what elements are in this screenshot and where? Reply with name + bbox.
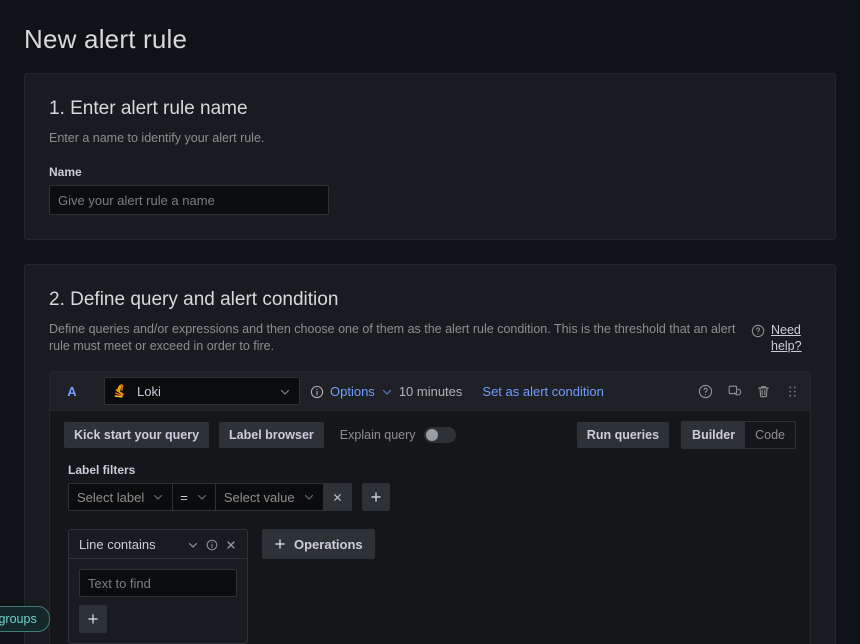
query-body: Kick start your query Label browser Expl… xyxy=(50,411,810,644)
close-icon xyxy=(332,492,343,503)
copy-icon[interactable] xyxy=(727,384,742,399)
question-circle-icon xyxy=(751,324,765,338)
editor-mode-radio-group: Builder Code xyxy=(681,421,796,449)
new-alert-rule-page: New alert rule 1. Enter alert rule name … xyxy=(0,0,860,644)
operation-card-body xyxy=(69,559,247,643)
loki-logo-icon xyxy=(113,383,129,399)
datasource-name: Loki xyxy=(137,384,271,399)
operation-card-header: Line contains xyxy=(69,530,247,559)
chevron-down-icon xyxy=(279,385,291,397)
close-icon xyxy=(225,539,237,551)
operation-card-line-contains: Line contains xyxy=(68,529,248,644)
page-title: New alert rule xyxy=(24,0,836,73)
filter-operator-value: = xyxy=(180,490,188,505)
label-browser-button[interactable]: Label browser xyxy=(219,422,324,448)
editor-mode-builder[interactable]: Builder xyxy=(682,422,745,448)
add-operation-param-button[interactable] xyxy=(79,605,107,633)
label-filter-row: Select label = xyxy=(68,483,796,511)
toggle-knob xyxy=(426,429,438,441)
query-action-icons xyxy=(698,384,800,399)
remove-operation-button[interactable] xyxy=(225,538,237,550)
kick-start-your-query-button[interactable]: Kick start your query xyxy=(64,422,209,448)
chevron-down-icon xyxy=(196,491,208,503)
label-filter-segments: Select label = xyxy=(68,483,352,511)
chevron-down-icon xyxy=(152,491,164,503)
info-circle-icon[interactable] xyxy=(206,538,218,550)
run-queries-button[interactable]: Run queries xyxy=(577,422,669,448)
query-options-group[interactable]: Options 10 minutes xyxy=(310,383,462,399)
select-value-value: Select value xyxy=(224,490,295,505)
alert-rule-name-input[interactable] xyxy=(49,185,329,215)
remove-label-filter-button[interactable] xyxy=(324,483,352,511)
query-ref-id[interactable]: A xyxy=(50,384,94,399)
editor-mode-code[interactable]: Code xyxy=(745,422,795,448)
chevron-down-icon[interactable] xyxy=(187,538,199,550)
step-2-description: Define queries and/or expressions and th… xyxy=(49,321,741,355)
operation-title: Line contains xyxy=(79,537,180,552)
step-2-card: 2. Define query and alert condition Defi… xyxy=(24,264,836,644)
operations-button-label: Operations xyxy=(294,537,363,552)
alert-rule-name-label: Name xyxy=(49,165,811,179)
operations-row: Line contains xyxy=(68,529,796,644)
step-1-card: 1. Enter alert rule name Enter a name to… xyxy=(24,73,836,240)
explain-query-toggle[interactable] xyxy=(424,427,456,443)
query-options-toggle[interactable]: Options xyxy=(330,384,375,399)
chevron-down-icon xyxy=(381,385,393,397)
trash-icon[interactable] xyxy=(756,384,771,399)
toolbar-right-group: Run queries Builder Code xyxy=(577,421,796,449)
explain-query-label: Explain query xyxy=(340,428,416,442)
set-as-alert-condition-button[interactable]: Set as alert condition xyxy=(482,384,603,399)
alert-rule-name-field: Name xyxy=(49,165,811,215)
need-help-group[interactable]: Need help? xyxy=(751,321,811,354)
query-builder: Label filters Select label = xyxy=(64,459,796,644)
query-editor: A Loki xyxy=(49,371,811,644)
operations-button[interactable]: Operations xyxy=(262,529,375,559)
datasource-picker[interactable]: Loki xyxy=(104,377,300,405)
text-to-find-input[interactable] xyxy=(79,569,237,597)
plus-icon xyxy=(274,538,286,550)
chevron-down-icon xyxy=(303,491,315,503)
plus-icon xyxy=(87,613,99,625)
need-help-link[interactable]: Need help? xyxy=(771,322,811,354)
drag-handle-icon[interactable] xyxy=(785,384,800,399)
select-label-value: Select label xyxy=(77,490,144,505)
query-header-row: A Loki xyxy=(50,372,810,411)
select-value-dropdown[interactable]: Select value xyxy=(216,483,324,511)
explain-query-group[interactable]: Explain query xyxy=(340,427,456,443)
step-2-description-row: Define queries and/or expressions and th… xyxy=(49,321,811,355)
query-toolbar: Kick start your query Label browser Expl… xyxy=(64,421,796,459)
label-filters-title: Label filters xyxy=(68,463,796,477)
filter-operator-dropdown[interactable]: = xyxy=(173,483,216,511)
add-label-filter-button[interactable] xyxy=(362,483,390,511)
plus-icon xyxy=(370,491,382,503)
step-2-title: 2. Define query and alert condition xyxy=(49,289,811,311)
groups-overlay-pill[interactable]: /groups xyxy=(0,606,50,632)
step-1-description: Enter a name to identify your alert rule… xyxy=(49,130,749,147)
help-circle-icon[interactable] xyxy=(698,384,713,399)
query-options-summary: 10 minutes xyxy=(399,384,463,399)
step-1-title: 1. Enter alert rule name xyxy=(49,98,811,120)
info-circle-icon xyxy=(310,385,324,399)
select-label-dropdown[interactable]: Select label xyxy=(68,483,173,511)
